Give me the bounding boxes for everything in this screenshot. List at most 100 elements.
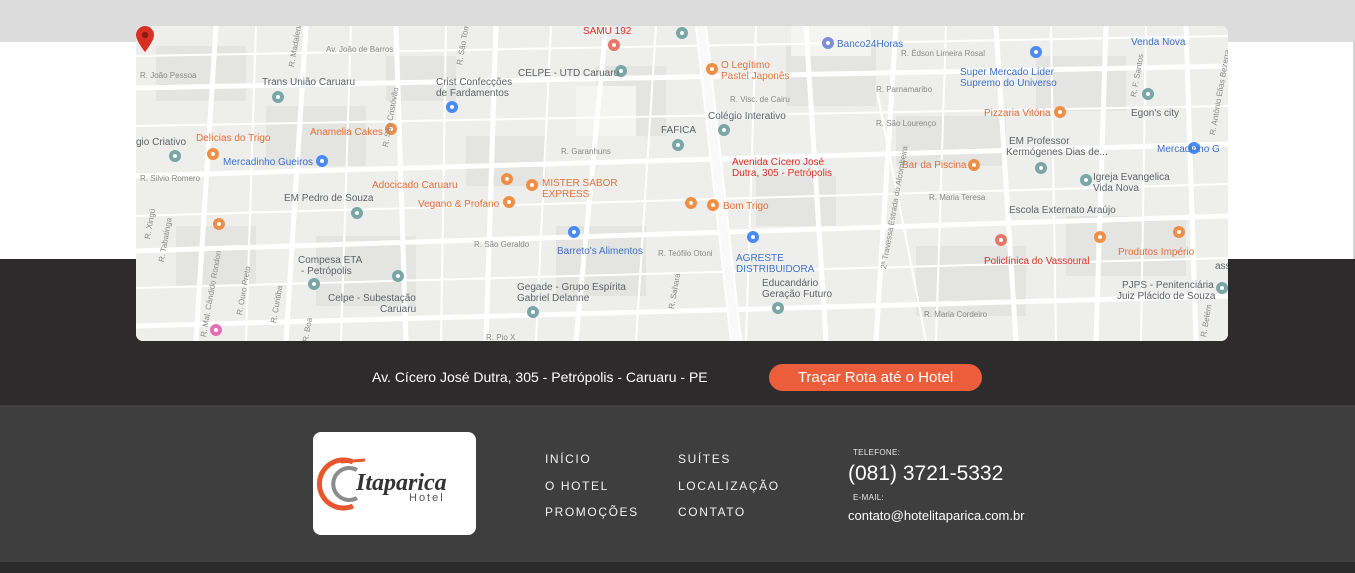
map-label-vegano: Vegano & Profano [418, 199, 500, 210]
map-label-celpe-sub: Caruaru [380, 304, 417, 315]
restaurant-marker-icon [1054, 106, 1066, 118]
map-label-bar-piscina: Bar da Piscina [902, 160, 967, 171]
map-label-venda-nova: Venda Nova [1131, 37, 1186, 48]
school-marker-icon [672, 139, 684, 151]
map-label-produtos-imperio: Produtos Império [1118, 247, 1195, 258]
map-label-legitimo: O Legítimo [721, 60, 770, 71]
map-label-adocicado: Adocicado Caruaru [372, 180, 458, 191]
restaurant-marker-icon [707, 199, 719, 211]
hotel-logo[interactable]: Itaparica Hotel [313, 432, 476, 535]
restaurant-marker-icon [968, 159, 980, 171]
school-marker-icon [772, 302, 784, 314]
map-label-igreja: Igreja Evangelica [1093, 172, 1170, 183]
place-marker-icon [272, 91, 284, 103]
bottom-strip [0, 562, 1355, 573]
map-label-celpe-sub: Celpe - Subestação [328, 293, 416, 304]
map-label-anamelia: Anamelia Cakes [310, 127, 383, 138]
map-label-barretos: Barreto's Alimentos [557, 246, 643, 257]
place-marker-icon [308, 278, 320, 290]
map-label-street: R. Silvio Romero [140, 174, 201, 183]
place-marker-icon [676, 27, 688, 39]
map-label-pjps: Juiz Plácido de Souza [1117, 291, 1216, 302]
map-label-street: R. São Geraldo [474, 240, 530, 249]
map-label-escola-externato: Escola Externato Araújo [1009, 205, 1116, 216]
location-map[interactable]: Avenida Cícero José Dutra, 305 - Petrópo… [136, 26, 1228, 341]
map-label-street: R. Maria Teresa [929, 193, 986, 202]
map-label-gegade: Gabriel Delanne [517, 293, 590, 304]
map-label-street: R. Maria Cordeiro [924, 310, 988, 319]
school-marker-icon [1035, 162, 1047, 174]
map-label-gegade: Gegade - Grupo Espírita [517, 282, 626, 293]
map-label-compesa: - Petrópolis [301, 266, 352, 277]
map-label-em-pedro: EM Pedro de Souza [284, 193, 374, 204]
map-label-agreste: DISTRIBUIDORA [736, 264, 815, 275]
restaurant-marker-icon [685, 197, 697, 209]
restaurant-marker-icon [706, 63, 718, 75]
map-label-em-professor: Kermógenes Dias de... [1006, 147, 1108, 158]
map-label-street: Av. João de Barros [326, 45, 394, 54]
map-label-egons: Egon's city [1131, 108, 1180, 119]
place-marker-icon [1142, 88, 1154, 100]
school-marker-icon [718, 124, 730, 136]
map-label-delicias: Delícias do Trigo [196, 133, 271, 144]
map-label-fafica: FAFICA [661, 125, 697, 136]
email-link[interactable]: contato@hotelitaparica.com.br [848, 508, 1025, 523]
nav-contato[interactable]: CONTATO [678, 505, 746, 519]
place-marker-icon [169, 150, 181, 162]
map-label-crist: Crist Confecções [436, 77, 513, 88]
hotel-address: Av. Cícero José Dutra, 305 - Petrópolis … [372, 369, 708, 385]
map-label-street: R. Parnamaribo [876, 85, 933, 94]
restaurant-marker-icon [501, 173, 513, 185]
hospital-marker-icon [995, 234, 1007, 246]
map-label-igreja: Vida Nova [1093, 183, 1139, 194]
nav-suites[interactable]: SUÍTES [678, 452, 731, 466]
map-label-street: R. São Lourenço [876, 119, 937, 128]
map-label-em-professor: EM Professor [1009, 136, 1070, 147]
map-label-mercadinho-gueiros: Mercadinho Gueiros [223, 157, 314, 168]
map-label-pizzaria: Pizzaria Vitória [984, 108, 1051, 119]
map-label-samu: SAMU 192 [583, 26, 632, 37]
phone-label: TELEFONE: [853, 448, 901, 457]
restaurant-marker-icon [1173, 226, 1185, 238]
map-label-street: R. Pio X [486, 333, 516, 341]
map-pin-icon[interactable] [136, 26, 154, 52]
restaurant-marker-icon [526, 179, 538, 191]
restaurant-marker-icon [503, 196, 515, 208]
map-label-banco24: Banco24Horas [837, 39, 904, 50]
pin-label-line2: Dutra, 305 - Petrópolis [732, 168, 833, 179]
restaurant-marker-icon [1094, 231, 1106, 243]
map-label-ass: ass [1215, 261, 1228, 272]
email-label: E-MAIL: [853, 493, 884, 502]
nav-localizacao[interactable]: LOCALIZAÇÃO [678, 479, 780, 493]
map-label-educandario: Geração Futuro [762, 289, 833, 300]
map-label-super: Supremo do Universo [960, 78, 1057, 89]
restaurant-marker-icon [207, 148, 219, 160]
map-label-crist: de Fardamentos [436, 88, 509, 99]
shop-marker-icon [1030, 46, 1042, 58]
shop-marker-icon [316, 155, 328, 167]
nav-o-hotel[interactable]: O HOTEL [545, 479, 609, 493]
church-marker-icon [527, 306, 539, 318]
logo-subtext: Hotel [409, 492, 445, 504]
place-marker-icon [1216, 282, 1228, 294]
shop-marker-icon [747, 231, 759, 243]
map-label-mister-sabor: MISTER SABOR [542, 178, 618, 189]
map-label-celpe-utd: CELPE - UTD Caruaru [518, 68, 620, 79]
pin-label-line1: Avenida Cícero José [732, 157, 825, 168]
bank-marker-icon [822, 37, 834, 49]
map-label-agreste: AGRESTE [736, 253, 784, 264]
route-button[interactable]: Traçar Rota até o Hotel [769, 364, 982, 391]
place-marker-icon [392, 270, 404, 282]
map-label-policlinica: Policlínica do Vassoural [984, 256, 1090, 267]
phone-number[interactable]: (081) 3721-5332 [848, 462, 1003, 486]
map-label-street: R. Garanhuns [561, 147, 611, 156]
map-streets [136, 26, 1228, 341]
nav-inicio[interactable]: INÍCIO [545, 452, 591, 466]
map-label-super: Super Mercado Líder [960, 67, 1054, 78]
shop-marker-icon [446, 101, 458, 113]
nav-promocoes[interactable]: PROMOÇÕES [545, 505, 639, 519]
map-label-colegio: Colégio Interativo [708, 111, 786, 122]
shop-marker-icon [568, 226, 580, 238]
hospital-marker-icon [608, 39, 620, 51]
map-label-bom-trigo: Bom Trigo [723, 201, 769, 212]
